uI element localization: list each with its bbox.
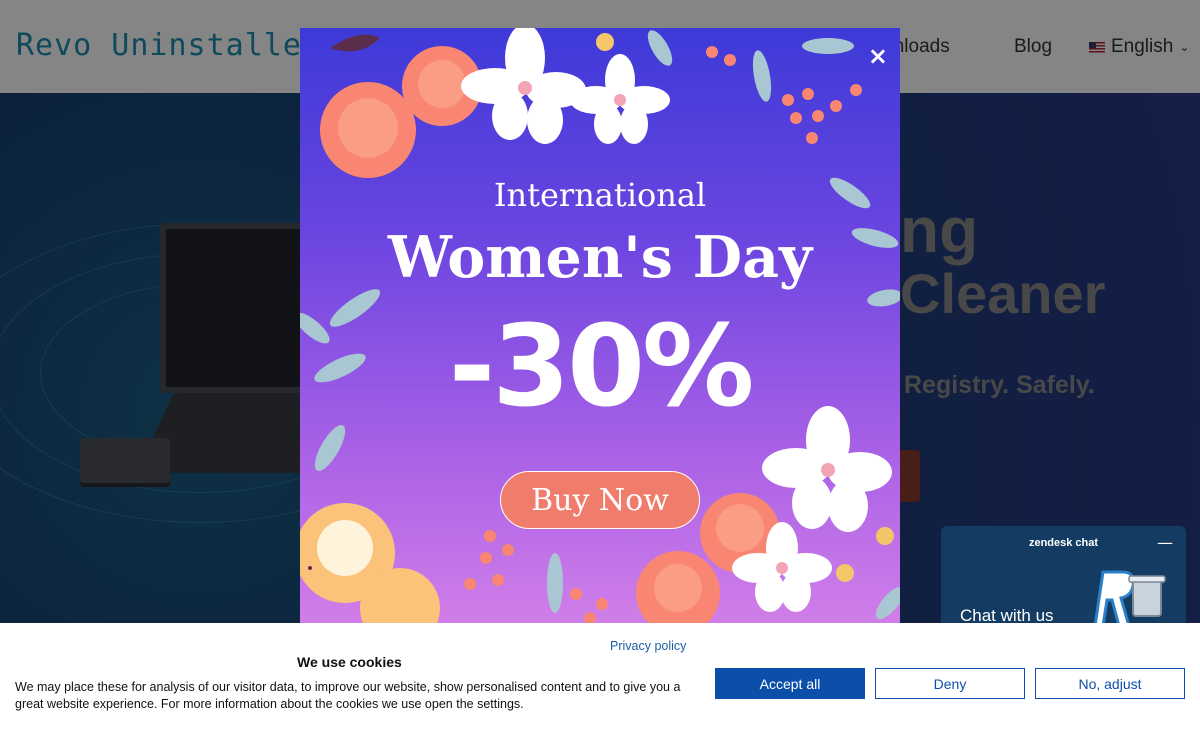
cookie-banner: Privacy policy We use cookies We may pla…: [0, 623, 1200, 740]
promo-discount: -30%: [448, 302, 755, 432]
cookie-description: We may place these for analysis of our v…: [15, 680, 681, 711]
chat-widget[interactable]: zendesk chat — Chat with us: [941, 526, 1186, 626]
accept-all-button[interactable]: Accept all: [715, 668, 865, 699]
revo-chat-logo-icon: [1093, 570, 1166, 626]
deny-button[interactable]: Deny: [875, 668, 1025, 699]
chat-brand: zendesk chat: [1028, 537, 1099, 549]
minimize-icon[interactable]: —: [1157, 535, 1173, 551]
promo-heading-line2: Women's Day: [387, 224, 813, 291]
promo-heading-line1: International: [493, 176, 707, 214]
privacy-policy-link[interactable]: Privacy policy: [610, 639, 686, 653]
cookie-title: We use cookies: [297, 654, 402, 670]
adjust-cookies-button[interactable]: No, adjust: [1035, 668, 1185, 699]
close-icon[interactable]: ×: [868, 44, 888, 68]
buy-now-button[interactable]: Buy Now: [500, 471, 700, 529]
promo-modal: × International Women's Day -30% Buy Now: [300, 28, 900, 623]
